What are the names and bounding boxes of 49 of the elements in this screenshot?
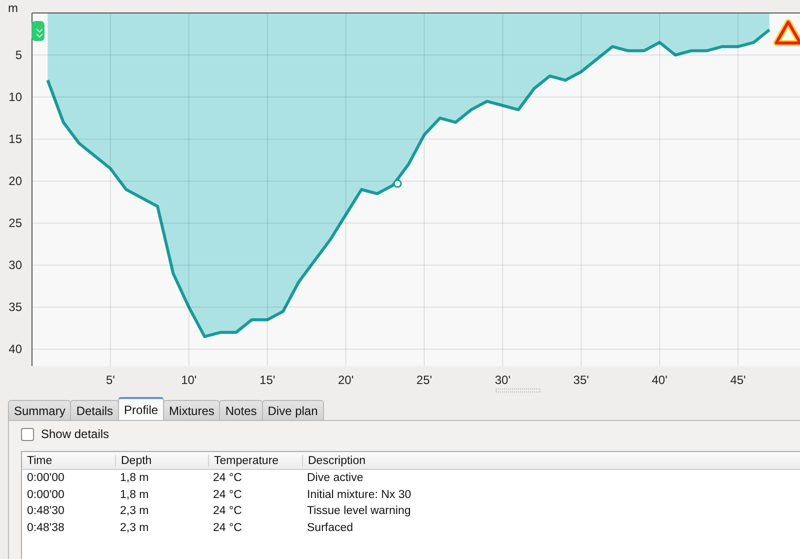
table-cell-text: 1,8 m [119,472,150,484]
column-header[interactable]: Description [302,454,800,466]
x-tick-label: 10' [181,373,197,387]
checkbox-label: Show details [41,427,110,441]
column-header[interactable]: Depth [115,454,208,466]
y-tick-label: 10 [8,90,22,104]
table-cell-text: 24 °C [212,522,243,534]
y-tick-label: 20 [8,174,22,188]
table-cell-text: Surfaced [306,522,354,534]
tab[interactable]: Profile [118,397,164,420]
y-tick-label: 35 [8,300,22,314]
y-tick-label: 15 [8,132,22,146]
tab[interactable]: Notes [219,400,263,420]
x-tick-label: 25' [416,373,432,387]
tab[interactable]: Dive plan [262,400,324,420]
tab[interactable]: Details [70,400,120,420]
event-marker [393,179,402,188]
x-tick-label: 30' [494,373,510,387]
x-tick-label: 20' [338,373,354,387]
splitter-handle[interactable] [496,388,540,392]
y-tick-label: 40 [8,342,22,356]
x-tick-label: 45' [730,373,746,387]
table-cell-text: 2,3 m [119,522,150,534]
table-cell-text: Tissue level warning [306,505,412,518]
y-tick-label: 25 [8,216,22,230]
table-cell-text: 0:00'00 [26,472,66,484]
table-cell-text: 0:00'00 [26,488,66,501]
column-header[interactable]: Temperature [208,454,302,466]
y-tick-label: 30 [8,258,22,272]
x-tick-label: 15' [260,373,276,387]
x-tick-label: 35' [573,373,589,387]
x-tick-label: 5' [106,373,115,387]
table-cell-text: 24 °C [212,488,243,501]
checkbox[interactable] [21,428,34,440]
table-cell-text: Initial mixture: Nx 30 [306,488,412,501]
table-cell-text: 24 °C [212,505,243,518]
table-cell-text: 0:48'30 [26,505,66,518]
start-marker-icon [32,21,44,41]
table-cell-text: 24 °C [212,472,243,484]
tab[interactable]: Mixtures [163,400,220,420]
table-cell-text: 0:48'38 [26,522,66,534]
y-tick-label: 5 [15,48,22,62]
table-cell-text: Dive active [306,472,364,484]
x-tick-label: 40' [652,373,668,387]
table-cell-text: 1,8 m [119,488,150,501]
column-header[interactable]: Time [22,454,115,466]
y-axis-unit: m [8,1,18,15]
tab[interactable]: Summary [8,400,72,420]
table-cell-text: 2,3 m [119,505,150,518]
